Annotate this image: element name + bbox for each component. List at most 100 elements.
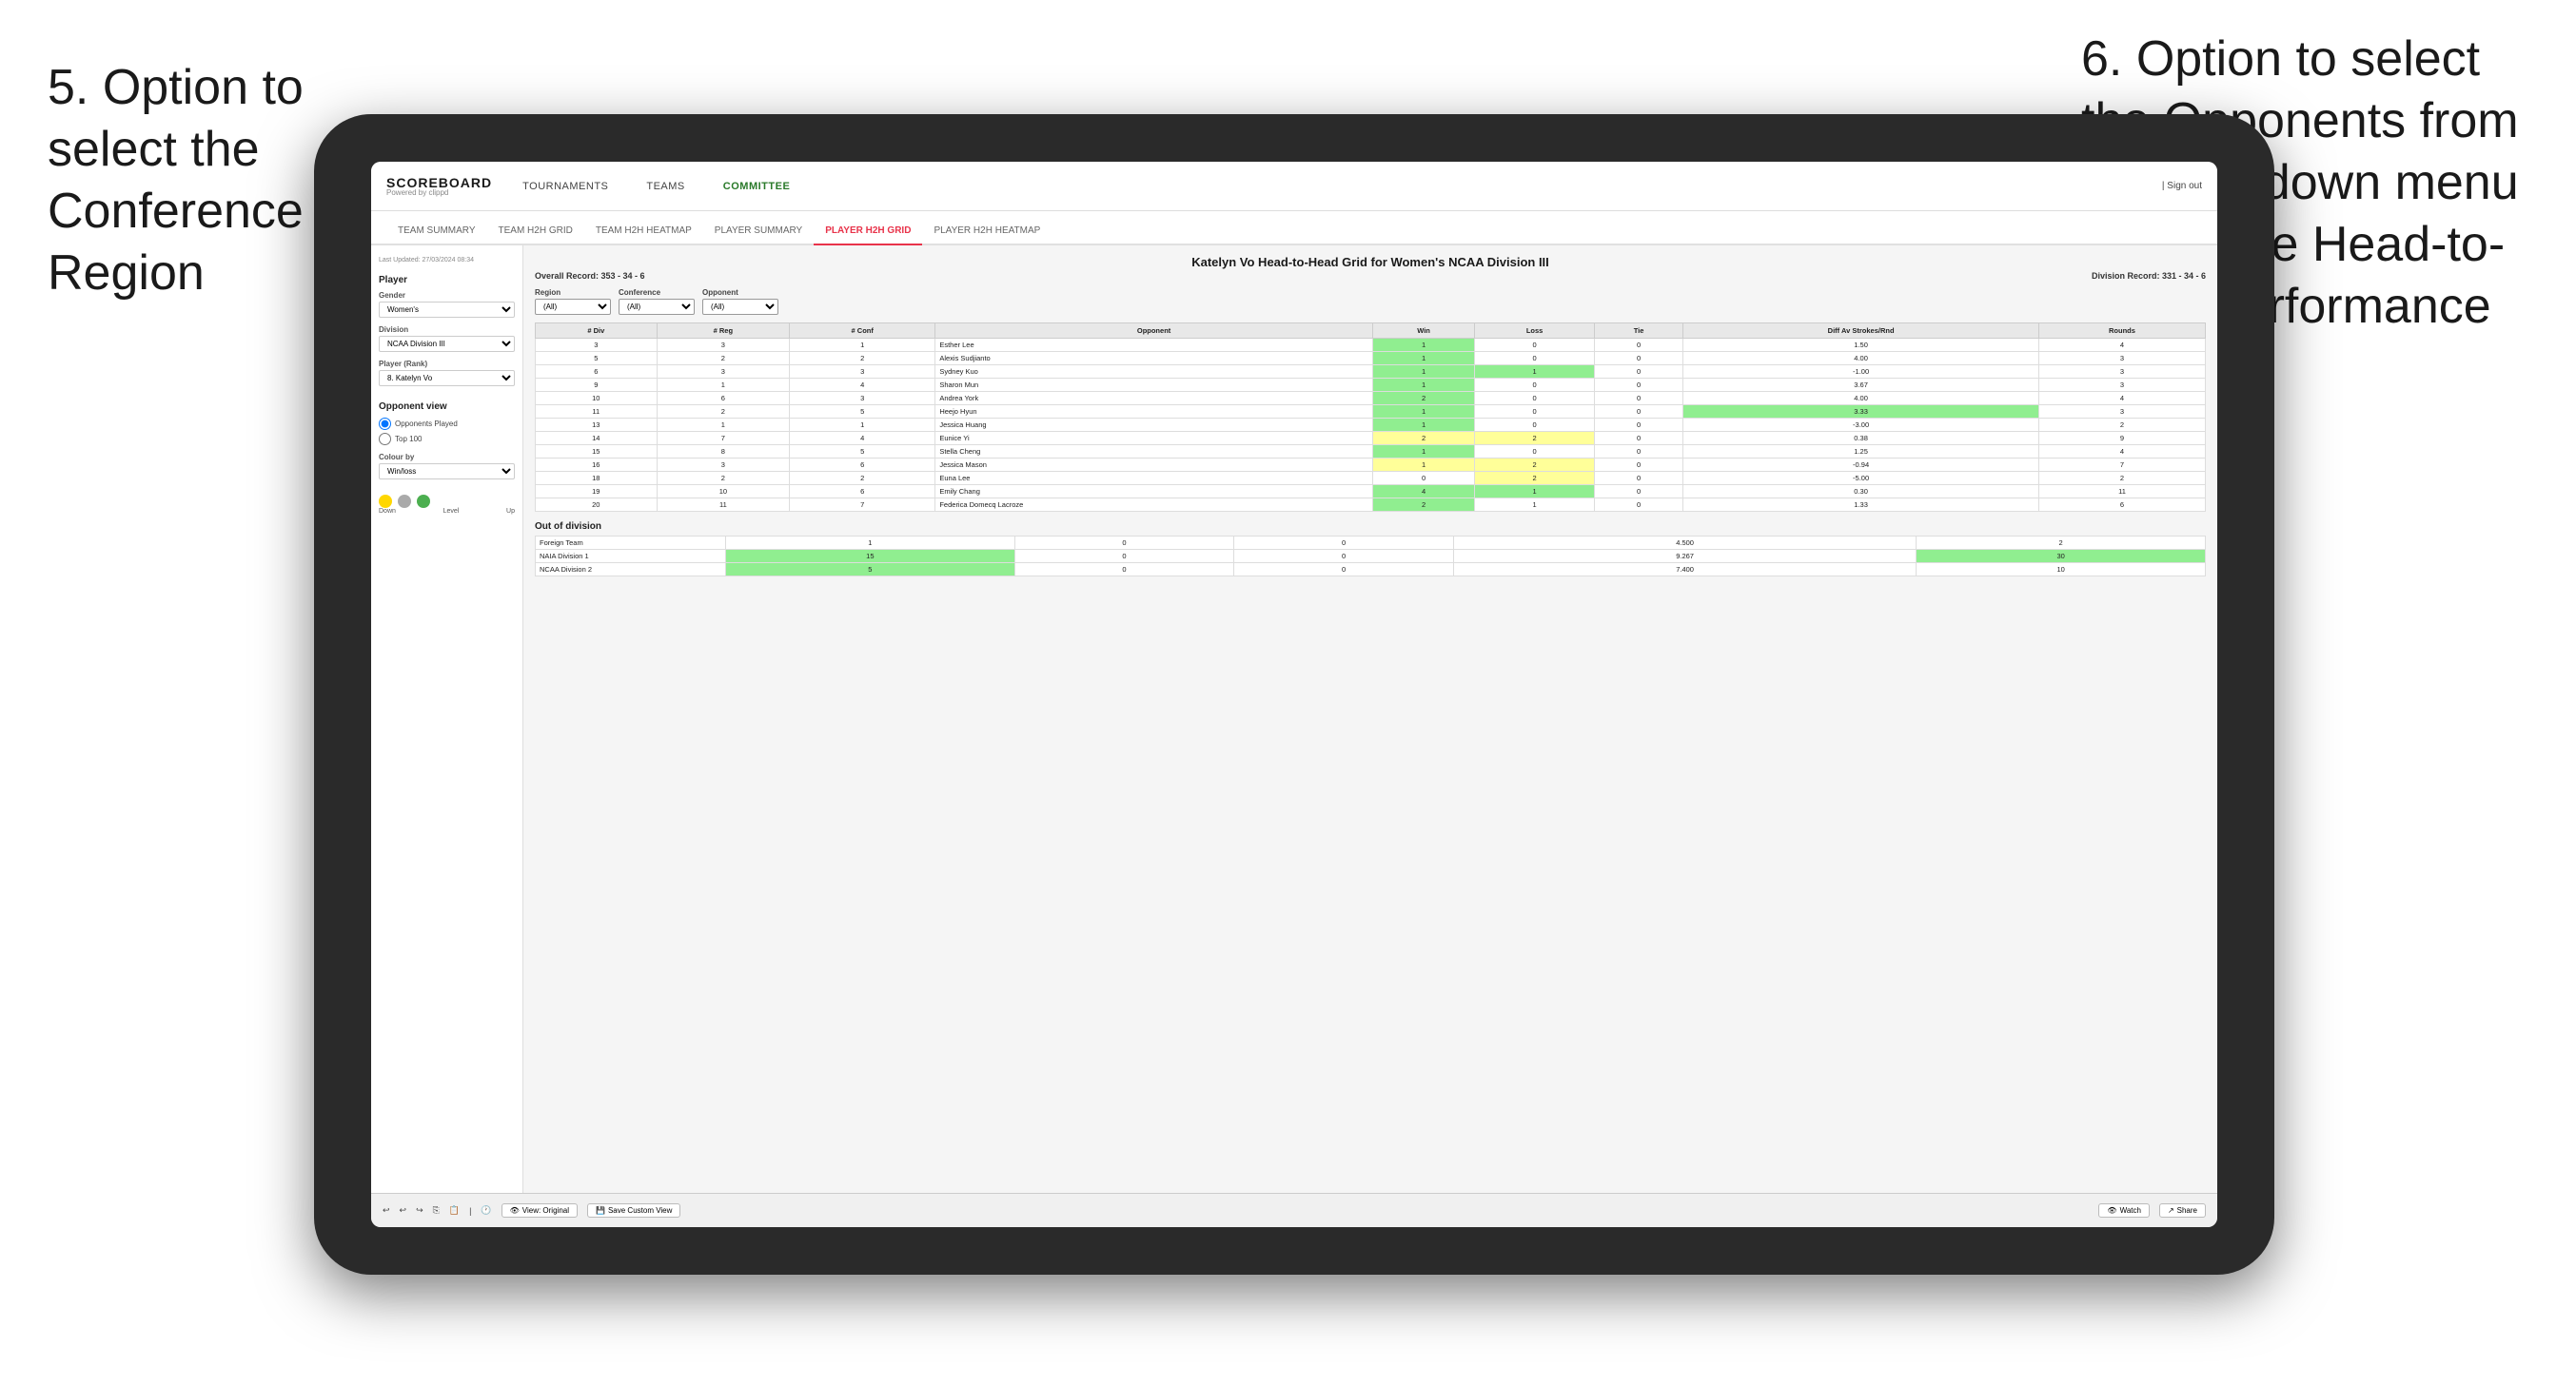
undo2-icon[interactable]: ↩ [400,1205,407,1216]
color-legend [379,495,515,508]
cell-win: 1 [1372,379,1474,392]
cell-reg: 3 [657,365,789,379]
nav-tournaments[interactable]: TOURNAMENTS [515,177,616,196]
cell-tie: 0 [1594,419,1682,432]
cell-reg: 2 [657,405,789,419]
cell-rounds: 30 [1917,550,2206,563]
region-filter-select[interactable]: (All) [535,299,611,315]
cell-conf: 2 [790,472,935,485]
cell-win: 1 [726,537,1015,550]
logo-sub: Powered by clippd [386,189,492,197]
colour-by-label: Colour by [379,453,515,461]
separator: | [469,1206,471,1216]
cell-win: 1 [1372,419,1474,432]
cell-reg: 1 [657,379,789,392]
table-row: 11 2 5 Heejo Hyun 1 0 0 3.33 3 [536,405,2206,419]
nav-teams[interactable]: TEAMS [639,177,692,196]
radio-opponents-played[interactable]: Opponents Played [379,418,515,430]
cell-tie: 0 [1234,563,1454,576]
cell-conf: 5 [790,445,935,459]
table-row: 20 11 7 Federica Domecq Lacroze 2 1 0 1.… [536,498,2206,512]
sub-nav: TEAM SUMMARY TEAM H2H GRID TEAM H2H HEAT… [371,211,2217,245]
cell-diff: -5.00 [1683,472,2039,485]
logo-area: SCOREBOARD Powered by clippd [386,176,492,197]
overall-record: Overall Record: 353 - 34 - 6 [535,271,645,281]
subnav-team-h2h-heatmap[interactable]: TEAM H2H HEATMAP [584,218,703,245]
cell-diff: 4.00 [1683,352,2039,365]
cell-conf: 3 [790,365,935,379]
opponent-filter-label: Opponent [702,288,778,297]
cell-label: NAIA Division 1 [536,550,726,563]
colour-by-select[interactable]: Win/loss [379,463,515,479]
share-icon: ↗ [2168,1206,2174,1215]
cell-tie: 0 [1594,485,1682,498]
cell-conf: 3 [790,392,935,405]
cell-reg: 10 [657,485,789,498]
undo-icon[interactable]: ↩ [383,1205,390,1216]
cell-tie: 0 [1594,392,1682,405]
col-div: # Div [536,323,658,339]
cell-diff: 4.500 [1453,537,1916,550]
conference-filter-select[interactable]: (All) [619,299,695,315]
tablet-frame: SCOREBOARD Powered by clippd TOURNAMENTS… [314,114,2274,1275]
cell-loss: 0 [1475,392,1595,405]
cell-loss: 0 [1014,563,1234,576]
cell-label: Foreign Team [536,537,726,550]
legend-labels: Down Level Up [379,508,515,515]
bottom-toolbar: ↩ ↩ ↪ ⎘ 📋 | 🕐 👁 View: Original 💾 Save Cu… [371,1193,2217,1227]
watch-btn[interactable]: 👁 Watch [2098,1203,2150,1218]
redo-icon[interactable]: ↪ [416,1205,423,1216]
page-title: Katelyn Vo Head-to-Head Grid for Women's… [535,255,2206,269]
cell-win: 1 [1372,445,1474,459]
cell-diff: 3.33 [1683,405,2039,419]
subnav-player-h2h-grid[interactable]: PLAYER H2H GRID [814,218,922,245]
cell-div: 16 [536,459,658,472]
down-dot [379,495,392,508]
radio-top100[interactable]: Top 100 [379,433,515,445]
cell-win: 2 [1372,392,1474,405]
view-icon: 👁 [510,1206,520,1215]
division-select[interactable]: NCAA Division III [379,336,515,352]
opponent-view-options: Opponents Played Top 100 [379,418,515,445]
filter-row: Region (All) Conference (All) Opponent [535,288,2206,315]
table-row: 10 6 3 Andrea York 2 0 0 4.00 4 [536,392,2206,405]
cell-diff: 3.67 [1683,379,2039,392]
cell-loss: 2 [1475,432,1595,445]
sign-out-link[interactable]: | Sign out [2162,181,2202,191]
cell-opponent: Euna Lee [935,472,1372,485]
out-of-division-header: Out of division [535,521,2206,532]
cell-conf: 1 [790,419,935,432]
gender-select[interactable]: Women's [379,302,515,318]
copy-icon[interactable]: ⎘ [433,1205,440,1216]
view-original-btn[interactable]: 👁 View: Original [501,1203,578,1218]
cell-loss: 0 [1475,445,1595,459]
cell-reg: 3 [657,339,789,352]
col-tie: Tie [1594,323,1682,339]
paste-icon[interactable]: 📋 [449,1205,460,1216]
table-row: 5 2 2 Alexis Sudjianto 1 0 0 4.00 3 [536,352,2206,365]
nav-committee[interactable]: COMMITTEE [716,177,798,196]
col-win: Win [1372,323,1474,339]
cell-loss: 0 [1475,405,1595,419]
share-btn[interactable]: ↗ Share [2159,1203,2206,1218]
subnav-player-summary[interactable]: PLAYER SUMMARY [703,218,814,245]
opponent-filter-select[interactable]: (All) [702,299,778,315]
table-row: 16 3 6 Jessica Mason 1 2 0 -0.94 7 [536,459,2206,472]
cell-rounds: 4 [2038,445,2205,459]
cell-win: 5 [726,563,1015,576]
subnav-player-h2h-heatmap[interactable]: PLAYER H2H HEATMAP [922,218,1052,245]
out-of-division-table: Foreign Team 1 0 0 4.500 2 NAIA Division… [535,536,2206,576]
cell-tie: 0 [1594,498,1682,512]
cell-diff: -3.00 [1683,419,2039,432]
subnav-team-summary[interactable]: TEAM SUMMARY [386,218,487,245]
subnav-team-h2h-grid[interactable]: TEAM H2H GRID [487,218,584,245]
cell-loss: 0 [1014,537,1234,550]
cell-div: 14 [536,432,658,445]
cell-win: 0 [1372,472,1474,485]
save-custom-btn[interactable]: 💾 Save Custom View [587,1203,680,1218]
player-rank-select[interactable]: 8. Katelyn Vo [379,370,515,386]
cell-reg: 2 [657,472,789,485]
cell-rounds: 2 [2038,419,2205,432]
cell-diff: 1.33 [1683,498,2039,512]
cell-loss: 2 [1475,459,1595,472]
